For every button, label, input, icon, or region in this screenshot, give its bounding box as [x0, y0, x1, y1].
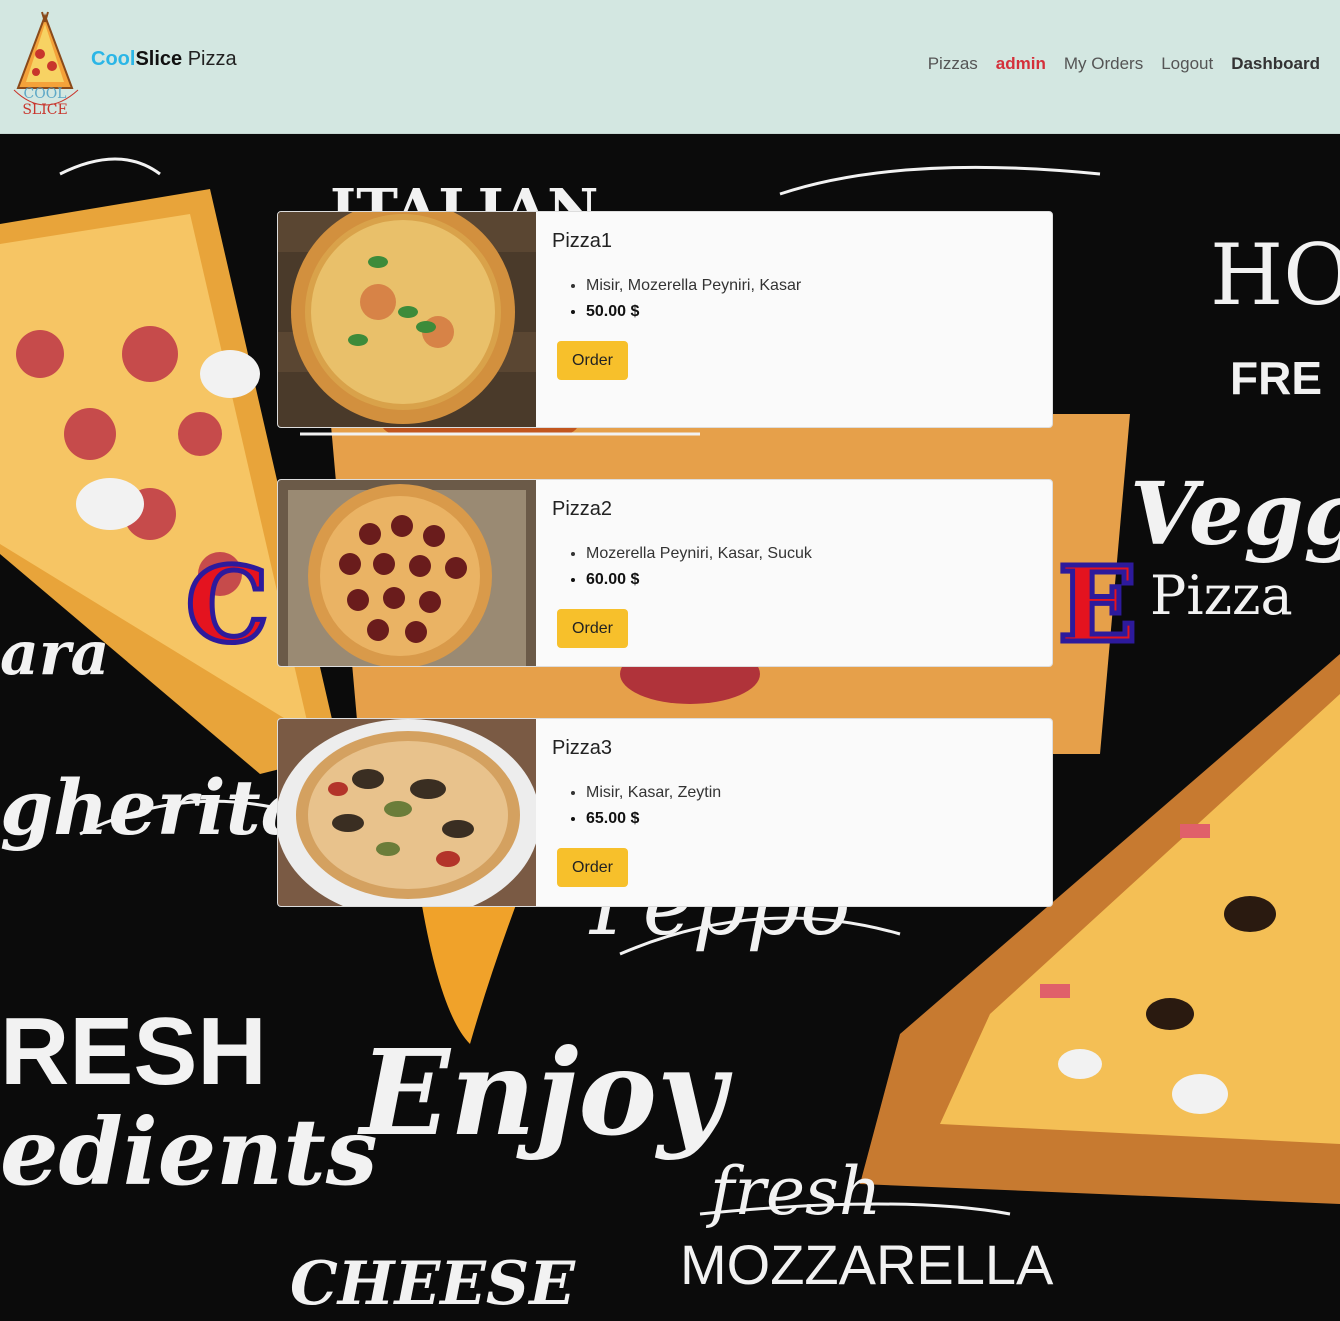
pizza3-image [278, 719, 536, 906]
brand-pizza: Pizza [182, 48, 237, 70]
svg-text:Pizza: Pizza [1150, 564, 1293, 627]
pizza1-image [278, 212, 536, 427]
overlay-letter-e: E [1055, 543, 1139, 666]
brand-name[interactable]: CoolSlice Pizza [91, 48, 237, 71]
nav-my-orders[interactable]: My Orders [1064, 54, 1143, 74]
svg-text:COOL: COOL [24, 86, 67, 102]
pizza-ingredients: Misir, Kasar, Zeytin [586, 780, 1036, 806]
svg-text:RESH: RESH [0, 998, 267, 1105]
svg-text:fresh: fresh [705, 1153, 881, 1230]
order-button[interactable]: Order [557, 609, 628, 648]
svg-text:gherita: gherita [0, 763, 310, 852]
brand-slice: Slice [135, 48, 183, 70]
pizza-price: 65.00 $ [586, 806, 1036, 832]
svg-text:Veggi: Veggi [1130, 464, 1340, 565]
pizza2-image [278, 480, 536, 666]
card-body: Pizza1 Misir, Mozerella Peyniri, Kasar 5… [536, 212, 1052, 427]
pizza-price: 60.00 $ [586, 567, 1036, 593]
brand-cool: Cool [91, 48, 136, 70]
order-button[interactable]: Order [557, 341, 628, 380]
pizza-ingredients: Mozerella Peyniri, Kasar, Sucuk [586, 541, 1036, 567]
svg-text:HO: HO [1210, 226, 1340, 324]
pizza-name: Pizza3 [552, 737, 613, 759]
svg-text:SLICE: SLICE [22, 102, 67, 118]
main-nav: Pizzas admin My Orders Logout Dashboard [928, 54, 1320, 74]
pizza-card: Pizza1 Misir, Mozerella Peyniri, Kasar 5… [277, 211, 1053, 428]
svg-text:Enjoy: Enjoy [357, 1023, 733, 1162]
nav-admin[interactable]: admin [996, 54, 1046, 74]
svg-text:ara: ara [0, 619, 109, 689]
navbar: COOL SLICE CoolSlice Pizza Pizzas admin … [0, 0, 1340, 134]
overlay-letter-c: C [184, 543, 272, 666]
svg-text:MOZZARELLA: MOZZARELLA [680, 1233, 1054, 1296]
pizza-details: Misir, Mozerella Peyniri, Kasar 50.00 $ [552, 273, 1036, 325]
svg-text:FRE: FRE [1230, 352, 1322, 404]
pizza-card: Pizza2 Mozerella Peyniri, Kasar, Sucuk 6… [277, 479, 1053, 667]
order-button[interactable]: Order [557, 848, 628, 887]
pizza-details: Mozerella Peyniri, Kasar, Sucuk 60.00 $ [552, 541, 1036, 593]
pizza-name: Pizza1 [552, 230, 613, 252]
pizza-price: 50.00 $ [586, 299, 1036, 325]
pizza-details: Misir, Kasar, Zeytin 65.00 $ [552, 780, 1036, 832]
pizza-card: Pizza3 Misir, Kasar, Zeytin 65.00 $ Orde… [277, 718, 1053, 907]
nav-pizzas[interactable]: Pizzas [928, 54, 978, 74]
pizza-ingredients: Misir, Mozerella Peyniri, Kasar [586, 273, 1036, 299]
pizza-name: Pizza2 [552, 498, 613, 520]
nav-logout[interactable]: Logout [1161, 54, 1213, 74]
svg-text:edients: edients [0, 1098, 378, 1206]
coolslice-logo[interactable]: COOL SLICE [4, 8, 86, 120]
svg-text:CHEESE: CHEESE [290, 1249, 576, 1319]
nav-dashboard[interactable]: Dashboard [1231, 54, 1320, 74]
